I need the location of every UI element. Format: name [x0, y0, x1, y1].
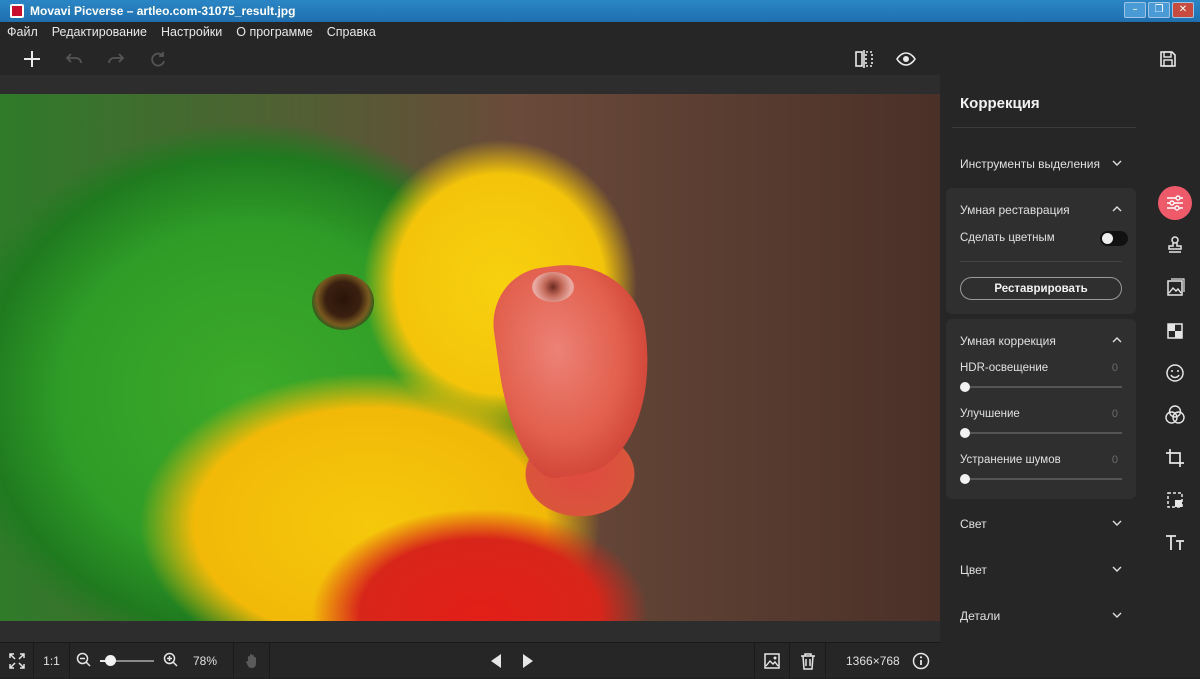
crop-icon[interactable]: [1158, 441, 1192, 475]
app-icon: [10, 4, 24, 18]
image-size: 1366×768: [846, 654, 900, 668]
add-icon[interactable]: [20, 47, 44, 71]
selection-tools-section[interactable]: Инструменты выделения: [960, 157, 1100, 171]
menu-about[interactable]: О программе: [236, 25, 312, 39]
chevron-down-icon[interactable]: [1112, 158, 1122, 168]
adjust-icon[interactable]: [1158, 186, 1192, 220]
light-section[interactable]: Свет: [960, 517, 987, 531]
chevron-down-icon[interactable]: [1112, 610, 1122, 620]
correction-panel: Коррекция Инструменты выделения Умная ре…: [940, 75, 1150, 678]
compare-icon[interactable]: [852, 47, 876, 71]
panel-title: Коррекция: [960, 95, 1040, 112]
zoom-controls: 78%: [70, 643, 234, 679]
chevron-down-icon[interactable]: [1112, 564, 1122, 574]
enhance-value: 0: [1111, 408, 1118, 420]
image-icon[interactable]: [1158, 271, 1192, 305]
next-image-icon[interactable]: [516, 643, 540, 679]
zoom-percent: 78%: [193, 654, 218, 668]
window-title: Movavi Picverse – artleo.com-31075_resul…: [30, 4, 296, 18]
chevron-up-icon[interactable]: [1112, 335, 1122, 345]
redo-icon[interactable]: [104, 47, 128, 71]
smile-icon[interactable]: [1158, 356, 1192, 390]
text-icon[interactable]: [1158, 526, 1192, 560]
actual-size-button[interactable]: 1:1: [34, 643, 70, 679]
restore-button[interactable]: Реставрировать: [960, 277, 1122, 300]
denoise-label: Устранение шумов: [960, 454, 1061, 466]
smart-correction-title[interactable]: Умная коррекция: [960, 334, 1056, 348]
enhance-slider-track[interactable]: [964, 432, 1122, 434]
canvas-area[interactable]: [0, 75, 940, 642]
hdr-slider-track[interactable]: [964, 386, 1122, 388]
menu-bar: Файл Редактирование Настройки О программ…: [0, 22, 1200, 42]
bottom-bar: 1:1 78% 1366×768: [0, 642, 940, 679]
actual-size-label: 1:1: [43, 654, 60, 668]
menu-edit[interactable]: Редактирование: [52, 25, 147, 39]
zoom-slider-knob[interactable]: [104, 655, 116, 666]
chevron-up-icon[interactable]: [1112, 204, 1122, 214]
previous-image-icon[interactable]: [484, 643, 508, 679]
menu-file[interactable]: Файл: [7, 25, 38, 39]
checker-icon[interactable]: [1158, 314, 1192, 348]
color-section[interactable]: Цвет: [960, 563, 987, 577]
image-info: 1366×768: [826, 643, 940, 679]
fit-screen-icon[interactable]: [0, 643, 34, 679]
hdr-slider-knob[interactable]: [960, 382, 970, 392]
hand-tool-icon[interactable]: [234, 643, 270, 679]
smart-correction-card: Умная коррекция HDR-освещение 0 Улучшени…: [946, 319, 1136, 499]
smart-restore-title[interactable]: Умная реставрация: [960, 203, 1070, 217]
minimize-button[interactable]: –: [1124, 2, 1146, 18]
window-controls: – ❐ ✕: [1124, 2, 1194, 18]
delete-icon[interactable]: [790, 643, 826, 679]
toggle-knob: [1102, 233, 1113, 244]
stamp-icon[interactable]: [1158, 228, 1192, 262]
menu-settings[interactable]: Настройки: [161, 25, 222, 39]
card-divider: [960, 261, 1122, 262]
restore-window-button[interactable]: ❐: [1148, 2, 1170, 18]
photo-eye: [312, 274, 374, 330]
chevron-down-icon[interactable]: [1112, 518, 1122, 528]
menu-help[interactable]: Справка: [327, 25, 376, 39]
toolbar: [0, 42, 1200, 75]
photo-beak: [486, 254, 664, 484]
info-icon[interactable]: [912, 652, 930, 674]
close-window-button[interactable]: ✕: [1172, 2, 1194, 18]
colorize-label: Сделать цветным: [960, 232, 1055, 244]
title-bar: Movavi Picverse – artleo.com-31075_resul…: [0, 0, 1200, 22]
hdr-value: 0: [1111, 362, 1118, 374]
select-icon[interactable]: [1158, 483, 1192, 517]
hdr-label: HDR-освещение: [960, 362, 1049, 374]
denoise-value: 0: [1111, 454, 1118, 466]
tool-strip: [1150, 75, 1200, 678]
colorize-toggle[interactable]: [1100, 231, 1128, 246]
panel-divider: [952, 127, 1136, 128]
enhance-slider-knob[interactable]: [960, 428, 970, 438]
smart-restore-card: Умная реставрация Сделать цветным Рестав…: [946, 188, 1136, 314]
enhance-label: Улучшение: [960, 408, 1020, 420]
zoom-out-icon[interactable]: [76, 652, 92, 672]
photo-parrot[interactable]: [0, 94, 940, 621]
denoise-slider-track[interactable]: [964, 478, 1122, 480]
gallery-icon[interactable]: [754, 643, 790, 679]
reset-icon[interactable]: [146, 47, 170, 71]
denoise-slider-knob[interactable]: [960, 474, 970, 484]
save-icon[interactable]: [1156, 47, 1180, 71]
color-circles-icon[interactable]: [1158, 398, 1192, 432]
preview-eye-icon[interactable]: [894, 47, 918, 71]
undo-icon[interactable]: [62, 47, 86, 71]
photo-cere: [532, 272, 574, 302]
details-section[interactable]: Детали: [960, 609, 1000, 623]
zoom-in-icon[interactable]: [163, 652, 179, 672]
